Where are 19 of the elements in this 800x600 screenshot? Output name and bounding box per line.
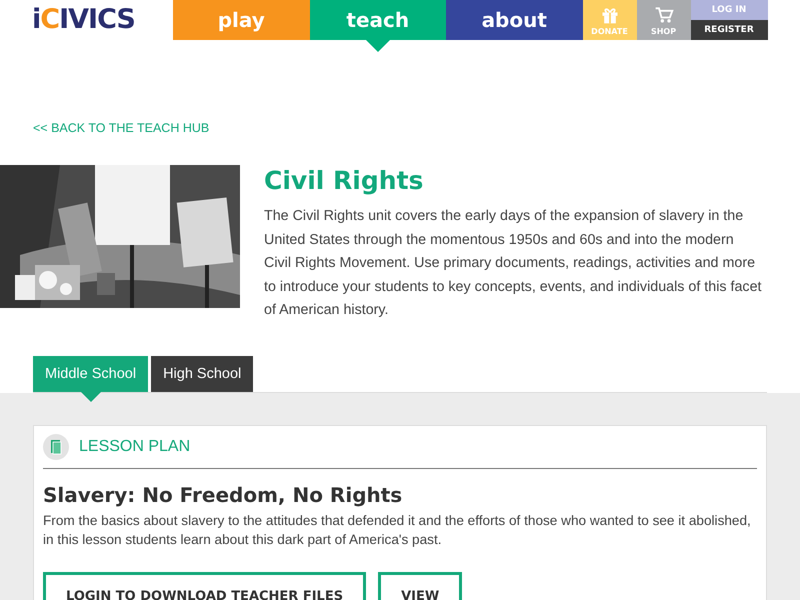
lesson-button[interactable]: LOGIN TO DOWNLOAD TEACHER FILES bbox=[43, 572, 366, 600]
login-link[interactable]: LOG IN bbox=[690, 0, 768, 20]
lesson-title: Slavery: No Freedom, No Rights bbox=[43, 482, 404, 506]
logo[interactable]: iCIVICS bbox=[0, 0, 173, 40]
nav-tab[interactable]: about bbox=[446, 0, 582, 40]
document-icon bbox=[43, 434, 69, 460]
lesson-button[interactable]: VIEW bbox=[378, 572, 462, 600]
lesson-description: From the basics about slavery to the attitudes that defended it and the efforts of those who wanted to see it abolished, in this lesson students learn about this dark part of America's past. bbox=[43, 512, 752, 549]
nav-tab[interactable]: teach bbox=[310, 0, 446, 40]
unit-title: Civil Rights bbox=[264, 165, 424, 197]
cart-icon bbox=[654, 4, 674, 24]
back-link[interactable]: << BACK TO THE TEACH HUB bbox=[33, 121, 210, 135]
lesson-type: LESSON PLAN bbox=[79, 438, 190, 456]
register-link[interactable]: REGISTER bbox=[690, 20, 768, 40]
pointer-marker bbox=[366, 40, 390, 52]
nav-tab[interactable]: play bbox=[173, 0, 310, 40]
grade-tab[interactable]: High School bbox=[151, 356, 254, 392]
nav-tab[interactable]: SHOP bbox=[636, 0, 690, 40]
unit-description: The Civil Rights unit covers the early days of the expansion of slavery in the United States through the momentous 1950s and 60s and into the modern Civil Rights Movement. Use primary documents, readings, activities and more to introduce your students to key concepts, events, and individuals of this facet of American history. bbox=[264, 207, 763, 320]
